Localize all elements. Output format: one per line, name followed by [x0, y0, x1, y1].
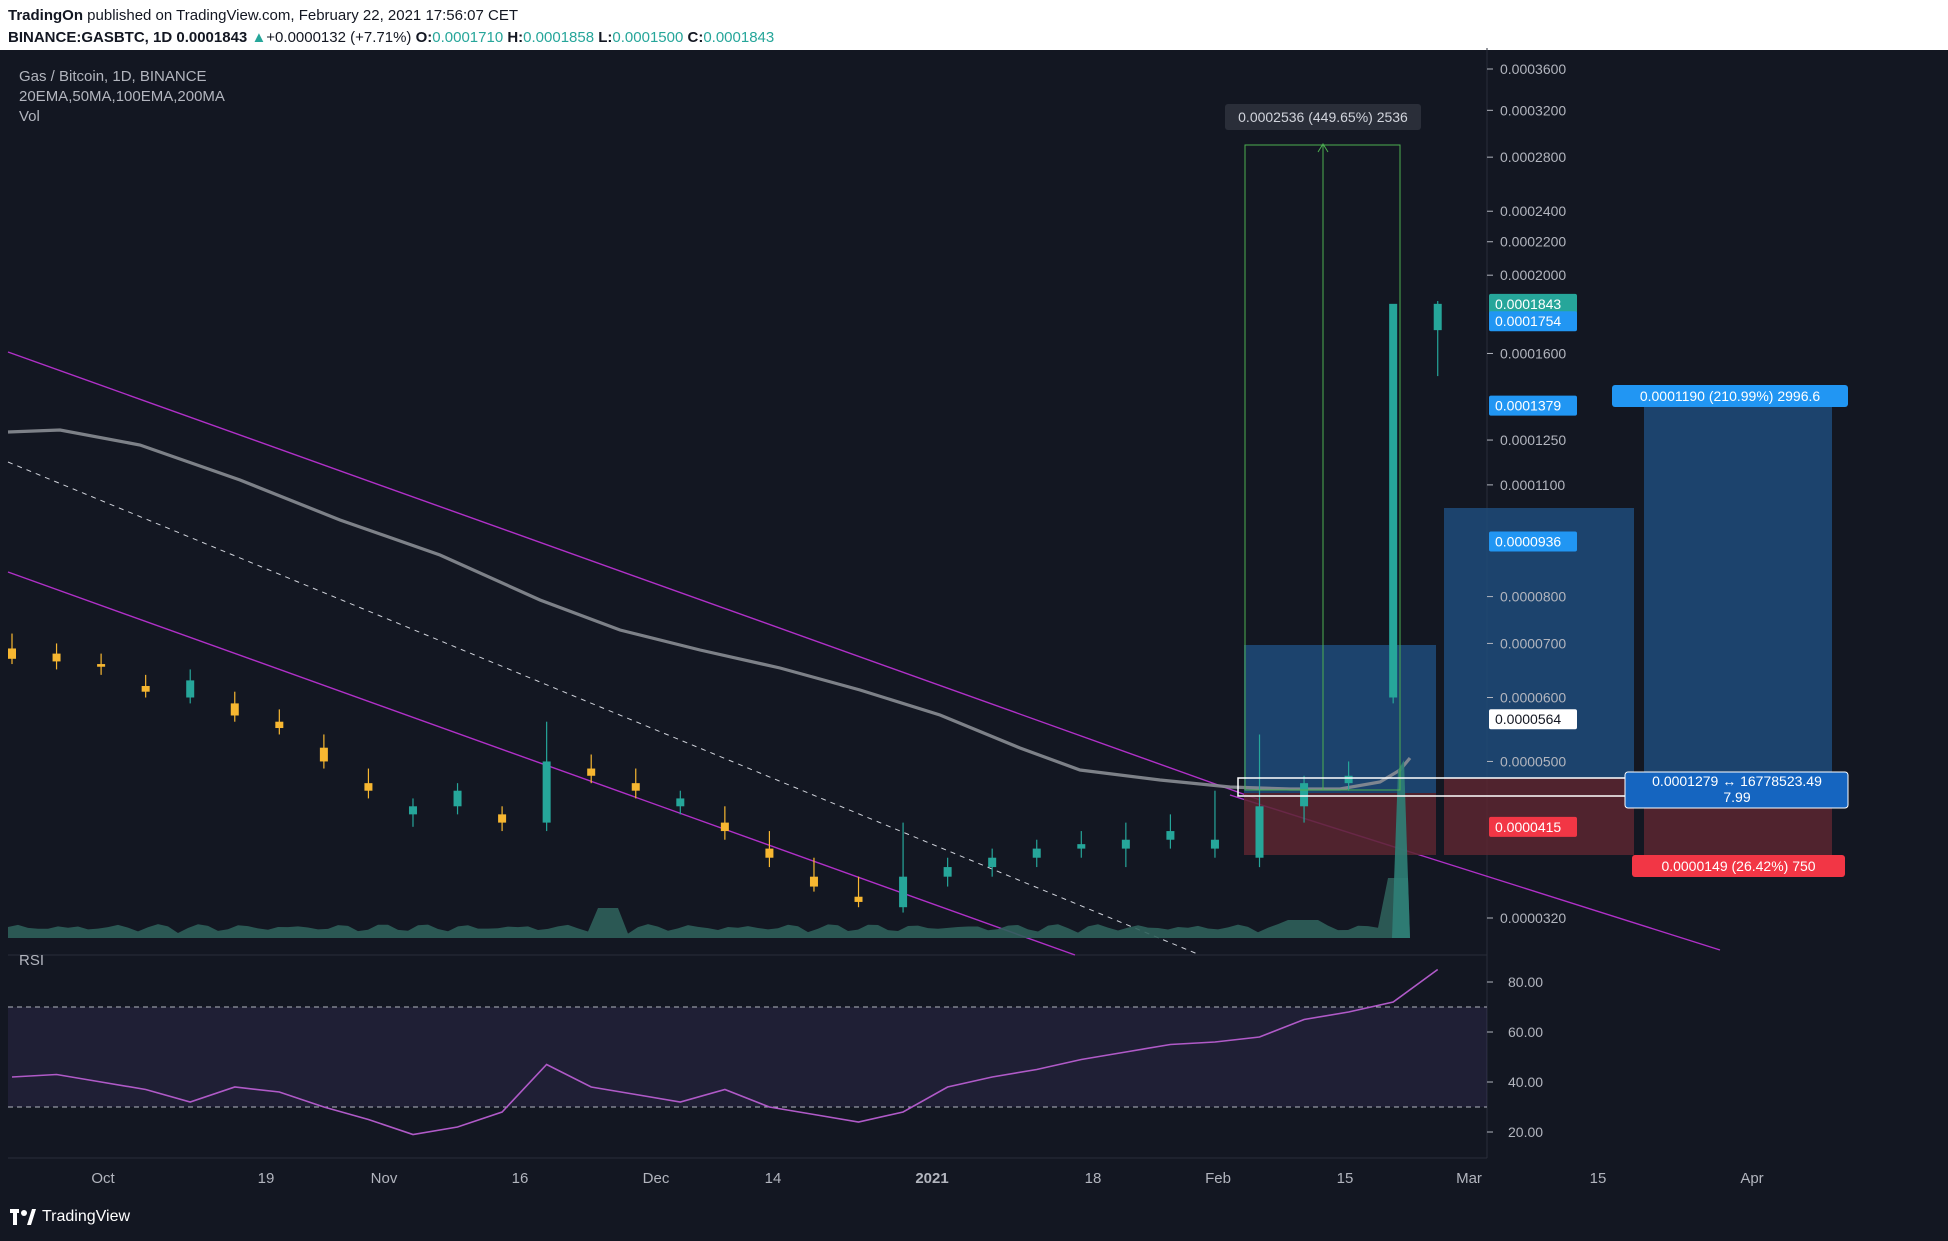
price-tick-label: 0.0001600 — [1500, 345, 1566, 361]
price-tick-label: 0.0002800 — [1500, 149, 1566, 165]
long-target-zone[interactable] — [1244, 645, 1436, 793]
candle-body[interactable] — [1389, 303, 1398, 698]
candle-body[interactable] — [8, 648, 16, 659]
rsi-tick-label: 60.00 — [1508, 1024, 1543, 1040]
price-marker-text: 0.0000415 — [1495, 819, 1561, 835]
chart-canvas[interactable]: 0.0002536 (449.65%) 2536 0.0001190 (210.9… — [0, 0, 1948, 1241]
candle-body[interactable] — [988, 857, 997, 868]
time-tick-label: 19 — [258, 1170, 275, 1187]
time-tick-label: Apr — [1740, 1170, 1763, 1187]
rsi-legend: RSI — [19, 952, 44, 969]
price-marker-text: 0.0000936 — [1495, 534, 1561, 550]
price-tick-label: 0.0003200 — [1500, 102, 1566, 118]
candle-body[interactable] — [676, 798, 685, 807]
price-tick-label: 0.0000320 — [1500, 910, 1566, 926]
candle-body[interactable] — [1433, 303, 1442, 331]
candle-body[interactable] — [1121, 839, 1130, 849]
price-tick-label: 0.0000600 — [1500, 690, 1566, 706]
rsi-tick-label: 40.00 — [1508, 1074, 1543, 1090]
price-tick-label: 0.0002400 — [1500, 203, 1566, 219]
candle-body[interactable] — [52, 653, 61, 662]
target-label[interactable]: 0.0001190 (210.99%) 2996.6 — [1612, 385, 1848, 407]
time-tick-label: Dec — [643, 1170, 670, 1187]
candle-body[interactable] — [275, 721, 284, 729]
time-tick-label: 14 — [765, 1170, 782, 1187]
time-tick-label: Mar — [1456, 1170, 1482, 1187]
candle-body[interactable] — [542, 761, 551, 823]
candle-body[interactable] — [1344, 775, 1353, 784]
stop-label-text: 0.0000149 (26.42%) 750 — [1661, 858, 1815, 874]
long-target-zone-3[interactable] — [1644, 400, 1832, 778]
stop-loss-zone[interactable] — [1244, 793, 1436, 855]
stop-label[interactable]: 0.0000149 (26.42%) 750 — [1632, 855, 1845, 877]
candle-body[interactable] — [765, 848, 774, 858]
price-tick-label: 0.0000800 — [1500, 589, 1566, 605]
price-tick-label: 0.0001100 — [1500, 477, 1565, 493]
entry-label-line2: 7.99 — [1723, 789, 1750, 805]
time-tick-label: Feb — [1205, 1170, 1231, 1187]
price-scale-marker[interactable]: 0.0001754 — [1489, 311, 1577, 332]
price-tick-label: 0.0002000 — [1500, 267, 1566, 283]
candle-body[interactable] — [587, 768, 596, 776]
target-label-text: 0.0001190 (210.99%) 2996.6 — [1640, 388, 1821, 404]
candle-body[interactable] — [186, 680, 195, 698]
candle-body[interactable] — [141, 685, 150, 692]
candle-body[interactable] — [631, 783, 640, 791]
time-tick-label: 16 — [512, 1170, 529, 1187]
rsi-tick-label: 20.00 — [1508, 1124, 1543, 1140]
candle-body[interactable] — [899, 876, 908, 908]
indicator-legend: 20EMA,50MA,100EMA,200MA — [19, 88, 225, 105]
candle-body[interactable] — [319, 747, 328, 762]
price-scale-marker[interactable]: 0.0001843 — [1489, 293, 1577, 314]
price-tick-label: 0.0003600 — [1500, 61, 1566, 77]
logo-text: TradingView — [42, 1208, 131, 1225]
price-tick-label: 0.0002200 — [1500, 234, 1566, 250]
price-marker-text: 0.0001843 — [1495, 296, 1561, 312]
price-tick-label: 0.0000500 — [1500, 753, 1566, 769]
price-marker-text: 0.0001754 — [1495, 313, 1561, 329]
time-tick-label: Oct — [91, 1170, 115, 1187]
candle-body[interactable] — [97, 664, 106, 667]
time-tick-label: 15 — [1337, 1170, 1354, 1187]
time-tick-label: Nov — [371, 1170, 398, 1187]
candle-body[interactable] — [1300, 783, 1309, 807]
candle-body[interactable] — [943, 867, 952, 877]
candle-body[interactable] — [230, 703, 239, 716]
price-scale-marker[interactable]: 0.0000415 — [1489, 816, 1577, 837]
rsi-band — [8, 1007, 1487, 1107]
volume-legend: Vol — [19, 108, 40, 125]
price-tick-label: 0.0000700 — [1500, 635, 1566, 651]
chart-legend-title: Gas / Bitcoin, 1D, BINANCE — [19, 68, 207, 85]
candle-body[interactable] — [408, 806, 417, 815]
candle-body[interactable] — [453, 790, 462, 807]
tradingview-logo-icon — [10, 1209, 36, 1225]
stop-loss-zone-2[interactable] — [1444, 778, 1634, 855]
rsi-tick-label: 80.00 — [1508, 974, 1543, 990]
price-marker-text: 0.0000564 — [1495, 711, 1561, 727]
price-scale-marker[interactable]: 0.0001379 — [1489, 395, 1577, 416]
time-tick-label: 2021 — [915, 1170, 948, 1187]
price-scale-marker[interactable]: 0.0000564 — [1489, 709, 1577, 730]
candle-body[interactable] — [1032, 848, 1041, 858]
candle-body[interactable] — [854, 896, 863, 902]
time-tick-label: 15 — [1590, 1170, 1607, 1187]
candle-body[interactable] — [498, 814, 507, 823]
candle-body[interactable] — [720, 822, 729, 832]
price-scale-marker[interactable]: 0.0000936 — [1489, 531, 1577, 552]
price-marker-text: 0.0001379 — [1495, 398, 1561, 414]
entry-label-line1: 0.0001279 ↔ 16778523.49 — [1652, 773, 1822, 789]
candle-body[interactable] — [1210, 839, 1219, 849]
candle-body[interactable] — [1255, 806, 1264, 858]
candle-body[interactable] — [364, 783, 373, 791]
candle-body[interactable] — [809, 876, 818, 887]
tradingview-logo[interactable]: TradingView — [10, 1208, 130, 1226]
measure-label[interactable]: 0.0002536 (449.65%) 2536 — [1225, 104, 1421, 130]
candle-body[interactable] — [1077, 844, 1086, 849]
candle-body[interactable] — [1166, 831, 1175, 840]
time-tick-label: 18 — [1085, 1170, 1102, 1187]
measure-label-text: 0.0002536 (449.65%) 2536 — [1238, 109, 1408, 125]
price-tick-label: 0.0001250 — [1500, 432, 1566, 448]
